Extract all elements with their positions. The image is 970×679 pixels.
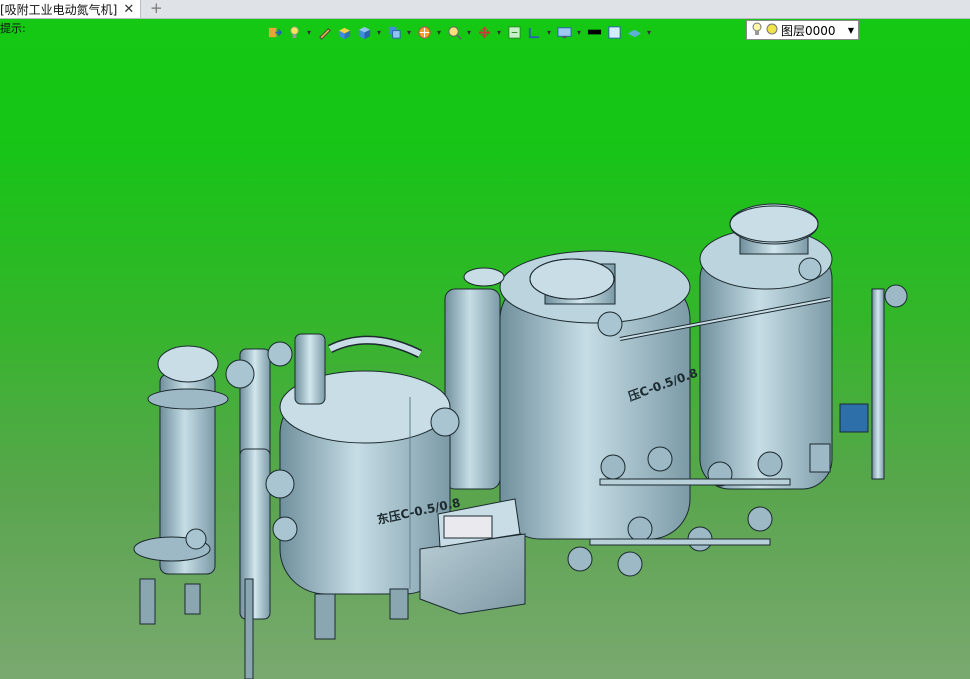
filter-column-left (133, 345, 229, 575)
3d-viewport[interactable]: 东压C-0.5/0.8 压C-0.5/0.8 (0, 19, 970, 679)
bulb-icon (751, 22, 763, 39)
box-yellow-icon[interactable] (336, 24, 352, 40)
chevron-down-icon[interactable]: ▾ (436, 28, 442, 37)
pencil-icon[interactable] (316, 24, 332, 40)
render-icon[interactable] (416, 24, 432, 40)
nitrogen-generator-model: 东压C-0.5/0.8 压C-0.5/0.8 (133, 203, 908, 679)
chevron-down-icon[interactable]: ▾ (306, 28, 312, 37)
cube-blue-icon[interactable] (356, 24, 372, 40)
view-toolbar: ▾ ▾ ▾ ▾ ▾ ▾ ▾ ▾ ▾ (266, 22, 652, 42)
color-black-icon[interactable] (586, 24, 602, 40)
fit-icon[interactable] (506, 24, 522, 40)
exit-icon[interactable] (266, 24, 282, 40)
adsorption-tower-middle (499, 250, 691, 540)
cube-stack-icon[interactable] (386, 24, 402, 40)
chevron-down-icon[interactable]: ▾ (376, 28, 382, 37)
frame-icon[interactable] (526, 24, 542, 40)
chevron-down-icon[interactable]: ▾ (646, 28, 652, 37)
layer-value: 图层0000 (781, 23, 836, 38)
zoom-icon[interactable] (446, 24, 462, 40)
display-icon[interactable] (556, 24, 572, 40)
light-icon[interactable] (286, 24, 302, 40)
layer-select[interactable]: 图层0000 ▼ (746, 20, 859, 40)
document-tab[interactable]: [吸附工业电动氮气机] ✕ (0, 0, 142, 18)
color-blue-icon[interactable] (606, 24, 622, 40)
close-icon[interactable]: ✕ (123, 2, 134, 17)
chevron-down-icon[interactable]: ▾ (496, 28, 502, 37)
chevron-down-icon[interactable]: ▼ (848, 26, 854, 35)
new-tab-icon[interactable]: + (150, 0, 163, 17)
rotate-icon[interactable] (476, 24, 492, 40)
chevron-down-icon[interactable]: ▾ (466, 28, 472, 37)
chevron-down-icon[interactable]: ▾ (546, 28, 552, 37)
silencer-column (444, 267, 505, 490)
chevron-down-icon[interactable]: ▾ (576, 28, 582, 37)
document-tab-title: [吸附工业电动氮气机] (0, 2, 118, 17)
layer-icon[interactable] (626, 24, 642, 40)
hint-label: 提示: (0, 22, 26, 35)
chevron-down-icon[interactable]: ▾ (406, 28, 412, 37)
tab-bar: [吸附工业电动氮气机] ✕ + (0, 0, 970, 19)
layer-color-icon (766, 23, 778, 38)
